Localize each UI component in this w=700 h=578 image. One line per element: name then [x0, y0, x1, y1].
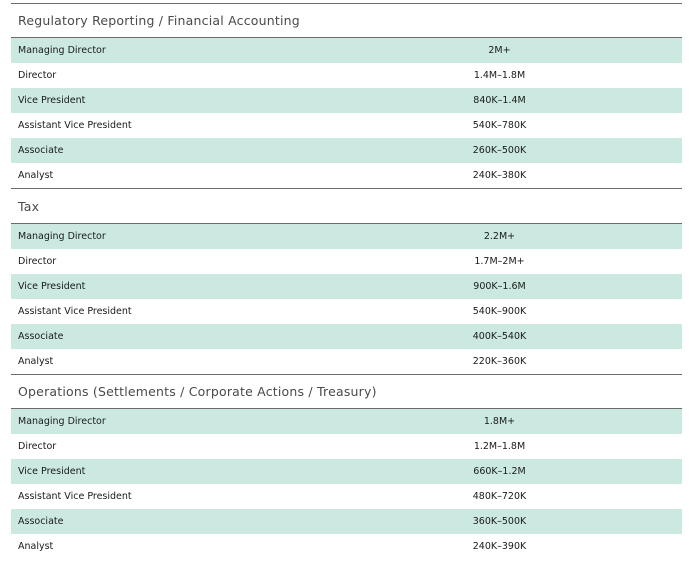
role-cell: Managing Director [18, 45, 106, 56]
table-row: Associate 260K–500K [11, 138, 682, 163]
table-row: Assistant Vice President 480K–720K [11, 484, 682, 509]
range-cell: 2M+ [488, 45, 511, 56]
section-header-tax: Tax [11, 188, 682, 224]
role-cell: Vice President [18, 281, 86, 292]
range-cell: 1.4M–1.8M [473, 70, 526, 81]
table-row: Analyst 240K–390K [11, 534, 682, 559]
table-row: Vice President 660K–1.2M [11, 459, 682, 484]
range-cell: 840K–1.4M [473, 95, 526, 106]
range-cell: 260K–500K [472, 145, 527, 156]
table-row: Managing Director 2.2M+ [11, 224, 682, 249]
range-cell: 2.2M+ [483, 231, 516, 242]
role-cell: Associate [18, 331, 64, 342]
role-cell: Assistant Vice President [18, 306, 132, 317]
role-cell: Director [18, 70, 57, 81]
table-row: Vice President 840K–1.4M [11, 88, 682, 113]
table-row: Analyst 240K–380K [11, 163, 682, 188]
role-cell: Vice President [18, 466, 86, 477]
table-row: Director 1.4M–1.8M [11, 63, 682, 88]
role-cell: Associate [18, 145, 64, 156]
role-cell: Managing Director [18, 416, 106, 427]
range-cell: 360K–500K [472, 516, 527, 527]
role-cell: Assistant Vice President [18, 491, 132, 502]
table-row: Director 1.2M–1.8M [11, 434, 682, 459]
table-row: Analyst 220K–360K [11, 349, 682, 374]
section-title: Operations (Settlements / Corporate Acti… [18, 384, 377, 399]
range-cell: 400K–540K [472, 331, 527, 342]
range-cell: 540K–900K [472, 306, 527, 317]
section-title: Tax [18, 198, 40, 214]
role-cell: Analyst [18, 541, 54, 552]
role-cell: Vice President [18, 95, 86, 106]
table-row: Vice President 900K–1.6M [11, 274, 682, 299]
table-row: Assistant Vice President 540K–780K [11, 113, 682, 138]
role-cell: Assistant Vice President [18, 120, 132, 131]
role-cell: Associate [18, 516, 64, 527]
salary-table: Regulatory Reporting / Financial Account… [11, 3, 682, 559]
role-cell: Managing Director [18, 231, 106, 242]
salary-table-page: Regulatory Reporting / Financial Account… [0, 0, 700, 578]
range-cell: 540K–780K [472, 120, 527, 131]
range-cell: 1.2M–1.8M [473, 441, 526, 452]
table-row: Director 1.7M–2M+ [11, 249, 682, 274]
section-header-regulatory-reporting: Regulatory Reporting / Financial Account… [11, 3, 682, 38]
range-cell: 900K–1.6M [473, 281, 526, 292]
range-cell: 240K–390K [472, 541, 527, 552]
role-cell: Director [18, 256, 57, 267]
role-cell: Analyst [18, 356, 54, 367]
table-row: Associate 400K–540K [11, 324, 682, 349]
range-cell: 1.8M+ [483, 416, 516, 427]
table-row: Assistant Vice President 540K–900K [11, 299, 682, 324]
table-row: Managing Director 1.8M+ [11, 409, 682, 434]
table-row: Managing Director 2M+ [11, 38, 682, 63]
section-header-operations: Operations (Settlements / Corporate Acti… [11, 374, 682, 409]
range-cell: 660K–1.2M [473, 466, 526, 477]
range-cell: 480K–720K [472, 491, 527, 502]
range-cell: 240K–380K [472, 170, 527, 181]
range-cell: 220K–360K [472, 356, 527, 367]
role-cell: Analyst [18, 170, 54, 181]
range-cell: 1.7M–2M+ [474, 256, 525, 267]
table-row: Associate 360K–500K [11, 509, 682, 534]
section-title: Regulatory Reporting / Financial Account… [18, 13, 300, 28]
role-cell: Director [18, 441, 57, 452]
